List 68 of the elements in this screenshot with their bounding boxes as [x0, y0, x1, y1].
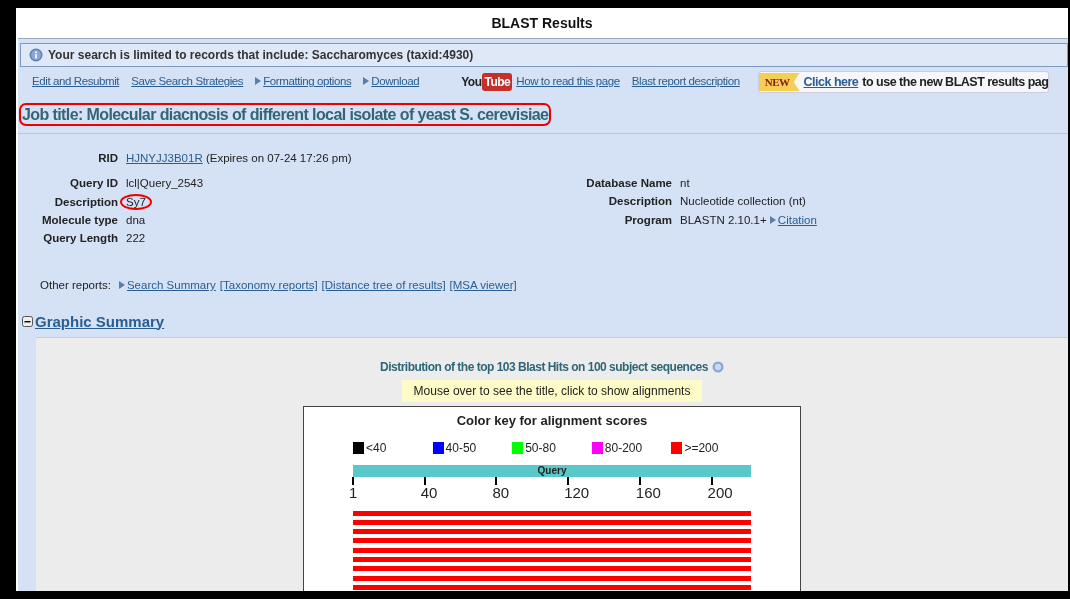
hit-bar[interactable] [353, 510, 751, 516]
field-value: lcl|Query_2543 [126, 177, 204, 190]
new-badge: NEW [758, 72, 800, 92]
window-title: BLAST Results [490, 13, 594, 33]
expiry-note: (Expires on 07-24 17:26 pm) [205, 152, 352, 164]
report-link[interactable]: [Distance tree of results] [321, 277, 446, 295]
other-reports-label: Other reports: [40, 278, 111, 294]
tick-label: 40 [420, 484, 438, 501]
color-key-label: >=200 [684, 439, 719, 457]
field-value: 222 [126, 232, 146, 244]
hint-text: Mouse over to see the title, click to show alignments [401, 380, 703, 402]
help-icon[interactable] [711, 361, 724, 373]
notice-text: Your search is limited to records that include: Saccharomyces (taxid:4930) [48, 47, 474, 64]
report-link[interactable]: Search Summary [118, 277, 216, 295]
info-icon [29, 48, 43, 62]
hit-bar[interactable] [353, 547, 751, 553]
toolbar-link[interactable]: Download [363, 73, 420, 91]
citation-link[interactable]: Citation [769, 213, 817, 226]
field-label: Molecule type [40, 212, 118, 228]
hit-bar[interactable] [353, 575, 751, 581]
tick-mark [423, 476, 426, 485]
hit-bar[interactable] [353, 519, 751, 525]
help-link[interactable]: Blast report description [631, 73, 740, 91]
tick-label: 200 [707, 484, 733, 501]
distribution-title: Distribution of the top 103 Blast Hits on 100 subject sequences [380, 359, 708, 376]
toolbar-link[interactable]: Edit and Resubmit [32, 73, 120, 91]
color-key-label: <40 [366, 439, 387, 457]
field-label: Description [53, 194, 118, 210]
query-bar: Query [353, 464, 751, 477]
field-label: Program [623, 212, 672, 228]
tick-label: 120 [564, 484, 590, 501]
field-label: Query Length [42, 231, 118, 246]
collapse-icon[interactable] [22, 316, 33, 328]
promo-link[interactable]: Click here [803, 72, 859, 92]
field-label: Database Name [585, 176, 672, 191]
color-key-label: 40-50 [445, 439, 477, 457]
field-label: RID [97, 151, 118, 166]
hit-bar[interactable] [353, 566, 751, 572]
toolbar-link[interactable]: Save Search Strategies [131, 73, 244, 91]
field-label: Description [607, 194, 672, 210]
tick-mark [710, 476, 713, 485]
toolbar-link[interactable]: Formatting options [255, 73, 352, 91]
tick-mark [638, 476, 641, 485]
color-key-label: 80-200 [604, 439, 643, 457]
hit-bar[interactable] [353, 538, 751, 544]
color-key-label: 50-80 [525, 439, 556, 457]
tick-mark [495, 476, 498, 485]
job-title: Job title: Molecular diacnosis of different local isolate of yeast S. cerevisiae [22, 106, 549, 123]
tick-label: 80 [492, 484, 510, 501]
field-value: BLASTN 2.10.1+ [680, 213, 767, 226]
field-value: Nucleotide collection (nt) [680, 195, 806, 208]
help-link[interactable]: How to read this page [516, 73, 620, 91]
hit-bar[interactable] [353, 529, 751, 535]
section-title-link[interactable]: Graphic Summary [35, 310, 165, 333]
promo-text: to use the new BLAST results pag [862, 73, 1049, 91]
tick-label: 160 [635, 484, 661, 501]
tick-mark [352, 476, 354, 485]
report-link[interactable]: [MSA viewer] [449, 277, 517, 295]
field-value: dna [126, 213, 146, 226]
tick-mark [567, 476, 570, 485]
field-value: nt [680, 177, 690, 189]
field-value: Sy7 [122, 195, 150, 208]
report-link[interactable]: [Taxonomy reports] [219, 277, 318, 295]
color-key-title: Color key for alignment scores [456, 412, 648, 430]
field-label: Query ID [69, 176, 118, 192]
tick-label: 1 [349, 484, 358, 501]
hit-bar[interactable] [353, 584, 751, 590]
rid-link[interactable]: HJNYJJ3B01R [126, 152, 203, 164]
